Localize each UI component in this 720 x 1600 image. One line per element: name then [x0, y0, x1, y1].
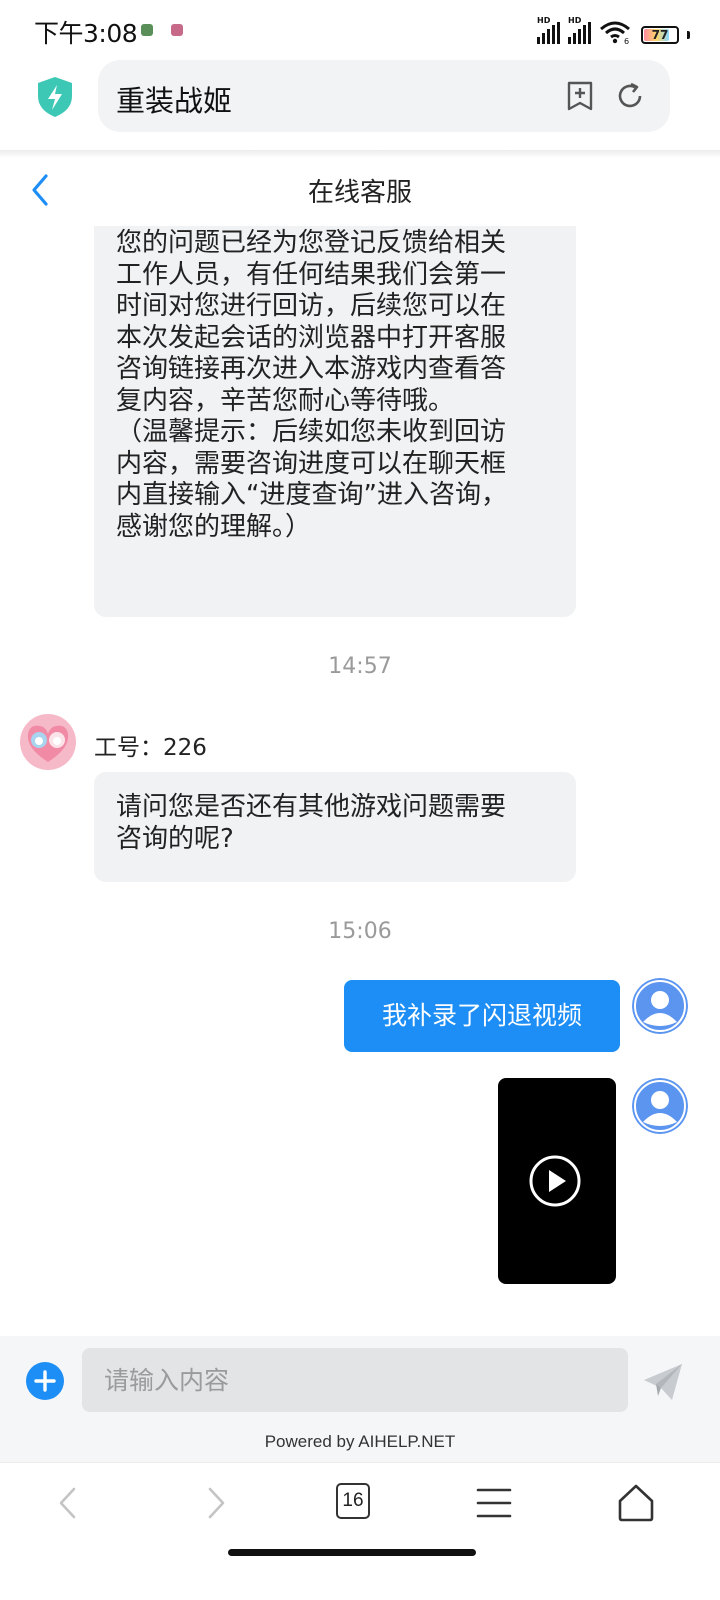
tab-count-button[interactable]: 16 — [336, 1483, 370, 1519]
agent-message-bubble: 请问您是否还有其他游戏问题需要 咨询的呢? — [94, 772, 576, 882]
wifi-icon: 6 — [600, 21, 630, 44]
browser-bottom-nav: 16 — [0, 1462, 720, 1600]
video-message[interactable] — [498, 1078, 616, 1284]
timestamp: 15:06 — [328, 919, 392, 944]
notification-app-icon — [171, 24, 183, 36]
status-bar: 下午3:08 HD HD 6 77 — [0, 0, 720, 58]
message-line: 本次发起会话的浏览器中打开客服 — [116, 322, 507, 353]
home-indicator[interactable] — [228, 1549, 476, 1556]
powered-by-text: Powered by AIHELP.NET — [264, 1432, 456, 1451]
cellular-signal-icon: HD — [537, 16, 560, 44]
signal-hd-label: HD — [568, 16, 582, 25]
status-time: 下午3:08 — [34, 19, 138, 48]
message-input[interactable] — [82, 1348, 628, 1412]
agent-message-bubble: 您的问题已经为您登记反馈给相关 工作人员，有任何结果我们会第一 时间对您进行回访… — [94, 226, 576, 617]
message-line: 内容，需要咨询进度可以在聊天框 — [116, 448, 507, 479]
chat-title: 在线客服 — [307, 178, 412, 208]
timestamp: 14:57 — [328, 654, 392, 679]
cellular-signal-icon: HD — [568, 16, 591, 44]
refresh-icon[interactable] — [614, 80, 646, 112]
message-line: 咨询链接再次进入本游戏内查看答 — [116, 354, 507, 384]
browser-address-bar: 重装战姬 — [0, 58, 720, 150]
chat-header: 在线客服 — [0, 158, 720, 226]
message-line: 请问您是否还有其他游戏问题需要 — [116, 792, 507, 822]
wifi-label: 6 — [624, 37, 629, 44]
battery-level: 77 — [651, 28, 669, 42]
user-message-bubble: 我补录了闪退视频 — [344, 980, 620, 1052]
play-icon[interactable] — [528, 1154, 582, 1208]
status-indicators: HD HD 6 77 — [537, 16, 690, 44]
battery-icon: 77 — [641, 26, 679, 44]
plus-circle-icon[interactable] — [26, 1362, 64, 1400]
forward-arrow-icon[interactable] — [192, 1481, 236, 1525]
address-text: 重装战姬 — [116, 84, 233, 118]
agent-name: 工号：226 — [94, 735, 207, 761]
home-icon[interactable] — [614, 1481, 658, 1525]
message-line: 咨询的呢? — [116, 823, 234, 854]
message-input-area: Powered by AIHELP.NET — [0, 1336, 720, 1462]
user-avatar-icon[interactable] — [632, 978, 688, 1034]
message-line: 时间对您进行回访，后续您可以在 — [116, 291, 507, 321]
user-avatar-icon[interactable] — [632, 1078, 688, 1134]
message-line: 内直接输入“进度查询”进入咨询， — [116, 480, 507, 510]
divider — [0, 150, 720, 158]
message-line: 感谢您的理解。） — [116, 511, 312, 542]
notification-app-icon — [141, 24, 153, 36]
paper-plane-icon[interactable] — [642, 1362, 684, 1402]
message-line: 复内容，辛苦您耐心等待哦。 — [116, 385, 455, 416]
message-line: （温馨提示：后续如您未收到回访 — [116, 417, 507, 447]
address-field[interactable]: 重装战姬 — [98, 60, 670, 132]
agent-avatar[interactable] — [20, 714, 76, 770]
signal-hd-label: HD — [537, 16, 551, 25]
menu-icon[interactable] — [472, 1481, 516, 1525]
message-line: 工作人员，有任何结果我们会第一 — [116, 259, 507, 290]
bookmark-add-icon[interactable] — [564, 80, 596, 112]
back-arrow-icon[interactable] — [48, 1481, 92, 1525]
shield-lightning-icon[interactable] — [36, 76, 74, 118]
message-line: 您的问题已经为您登记反馈给相关 — [116, 228, 507, 258]
